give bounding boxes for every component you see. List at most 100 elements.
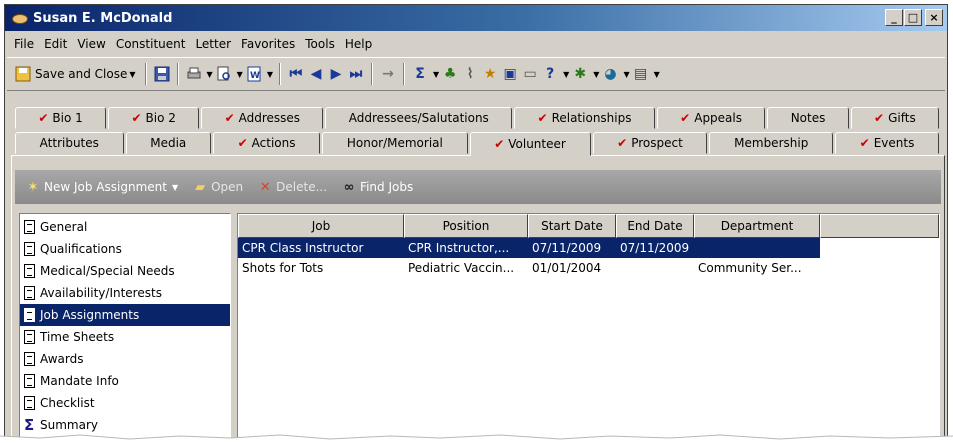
chevron-down-icon[interactable]: ▼ <box>237 70 243 79</box>
new-job-assignment-button[interactable]: ✶ New Job Assignment ▼ <box>21 179 182 195</box>
tab-appeals[interactable]: ✔ Appeals <box>656 107 766 129</box>
nav-item-time-sheets[interactable]: Time Sheets <box>20 326 230 348</box>
check-icon: ✔ <box>874 111 885 125</box>
tab-membership[interactable]: Membership <box>709 132 833 154</box>
table-row[interactable]: CPR Class Instructor CPR Instructor,... … <box>238 238 939 258</box>
notes-icon[interactable]: ▤ <box>632 65 650 83</box>
nav-item-qualifications[interactable]: Qualifications <box>20 238 230 260</box>
menu-bar: File Edit View Constituent Letter Favori… <box>5 33 947 55</box>
nav-item-awards[interactable]: Awards <box>20 348 230 370</box>
nav-item-checklist[interactable]: Checklist <box>20 392 230 414</box>
tab-attributes[interactable]: Attributes <box>15 132 124 154</box>
tab-media[interactable]: Media <box>125 132 211 154</box>
help-icon[interactable]: ? <box>541 65 559 83</box>
nav-item-label: Awards <box>40 352 84 366</box>
tab-actions[interactable]: ✔ Actions <box>212 132 321 154</box>
tree-icon[interactable]: ♣ <box>441 65 459 83</box>
tab-label: Notes <box>790 111 826 125</box>
tab-addressees-salutations[interactable]: Addressees/Salutations <box>325 107 513 129</box>
nav-item-general[interactable]: General <box>20 216 230 238</box>
table-row[interactable]: Shots for Tots Pediatric Vaccin... 01/01… <box>238 258 939 278</box>
nav-item-label: Job Assignments <box>40 308 140 322</box>
cell-end-date: 07/11/2009 <box>616 238 694 258</box>
tab-prospect[interactable]: ✔ Prospect <box>592 132 708 154</box>
chevron-down-icon[interactable]: ▼ <box>623 70 629 79</box>
tab-events[interactable]: ✔ Events <box>834 132 940 154</box>
properties-icon[interactable]: ▣ <box>501 65 519 83</box>
next-record-icon[interactable]: ▶ <box>327 65 345 83</box>
tab-volunteer[interactable]: ✔ Volunteer <box>469 132 591 156</box>
check-icon: ✔ <box>131 111 142 125</box>
menu-constituent[interactable]: Constituent <box>111 37 191 51</box>
menu-help[interactable]: Help <box>340 37 377 51</box>
save-and-close-button[interactable]: Save and Close ▼ <box>11 62 139 86</box>
minimize-button[interactable]: _ <box>885 9 903 26</box>
menu-letter[interactable]: Letter <box>190 37 236 51</box>
title-bar[interactable]: Susan E. McDonald _ □ × <box>5 5 947 31</box>
previous-record-icon[interactable]: ◀ <box>307 65 325 83</box>
chevron-down-icon[interactable]: ▼ <box>267 70 273 79</box>
tab-label: Volunteer <box>508 137 566 151</box>
menu-tools[interactable]: Tools <box>300 37 340 51</box>
column-header-position[interactable]: Position <box>404 214 528 238</box>
column-header-end-date[interactable]: End Date <box>616 214 694 238</box>
nav-item-availability-interests[interactable]: Availability/Interests <box>20 282 230 304</box>
menu-view[interactable]: View <box>72 37 110 51</box>
delete-icon: ✕ <box>259 179 271 195</box>
delete-button[interactable]: ✕ Delete... <box>253 179 331 195</box>
tab-bio-2[interactable]: ✔ Bio 2 <box>108 107 200 129</box>
word-icon[interactable]: W <box>245 65 263 83</box>
open-button[interactable]: ▰ Open <box>188 179 247 195</box>
folder-icon: ▰ <box>195 179 206 195</box>
column-header-job[interactable]: Job <box>238 214 404 238</box>
app-window: Susan E. McDonald _ □ × File Edit View C… <box>4 4 948 440</box>
favorite-icon[interactable]: ★ <box>481 65 499 83</box>
cell-start-date: 01/01/2004 <box>532 261 602 275</box>
sigma-icon[interactable]: Σ <box>411 65 429 83</box>
nav-item-medical-special-needs[interactable]: Medical/Special Needs <box>20 260 230 282</box>
column-header-department[interactable]: Department <box>694 214 820 238</box>
chevron-down-icon[interactable]: ▼ <box>563 70 569 79</box>
toolbar-separator <box>176 63 179 85</box>
menu-favorites[interactable]: Favorites <box>236 37 300 51</box>
maximize-button[interactable]: □ <box>904 9 922 26</box>
tab-label: Addresses <box>238 111 301 125</box>
chevron-down-icon[interactable]: ▼ <box>207 70 213 79</box>
tab-relationships[interactable]: ✔ Relationships <box>514 107 655 129</box>
web-icon[interactable]: ◕ <box>601 65 619 83</box>
delete-label: Delete... <box>276 180 328 194</box>
attach-icon[interactable]: ⌇ <box>461 65 479 83</box>
chevron-down-icon[interactable]: ▼ <box>654 70 660 79</box>
print-icon[interactable] <box>185 65 203 83</box>
tab-notes[interactable]: Notes <box>767 107 849 129</box>
chevron-down-icon[interactable]: ▼ <box>593 70 599 79</box>
nav-item-job-assignments[interactable]: Job Assignments <box>20 304 230 326</box>
preview-icon[interactable] <box>215 65 233 83</box>
menu-file[interactable]: File <box>9 37 39 51</box>
find-jobs-button[interactable]: ∞ Find Jobs <box>337 179 417 195</box>
menu-edit[interactable]: Edit <box>39 37 72 51</box>
save-icon[interactable] <box>153 65 171 83</box>
constituent-icon <box>11 12 28 24</box>
column-header-start-date[interactable]: Start Date <box>528 214 616 238</box>
new-icon: ✶ <box>27 179 39 195</box>
tab-label: Membership <box>734 136 809 150</box>
save-and-close-label: Save and Close <box>35 67 128 81</box>
tab-honor-memorial[interactable]: Honor/Memorial <box>322 132 468 154</box>
tab-bio-1[interactable]: ✔ Bio 1 <box>15 107 107 129</box>
check-icon: ✔ <box>237 136 248 150</box>
last-record-icon[interactable]: ⏭ <box>347 65 365 83</box>
check-icon: ✔ <box>537 111 548 125</box>
card-icon[interactable]: ▭ <box>521 65 539 83</box>
first-record-icon[interactable]: ⏮ <box>287 65 305 83</box>
chevron-down-icon[interactable]: ▼ <box>433 70 439 79</box>
tab-addresses[interactable]: ✔ Addresses <box>201 107 324 129</box>
cell-department <box>694 238 820 258</box>
toolbar-separator <box>370 63 373 85</box>
torn-edge <box>0 434 953 443</box>
nav-item-mandate-info[interactable]: Mandate Info <box>20 370 230 392</box>
tools-icon[interactable]: ✱ <box>571 65 589 83</box>
close-button[interactable]: × <box>925 9 943 26</box>
go-to-icon[interactable]: → <box>379 65 397 83</box>
tab-gifts[interactable]: ✔ Gifts <box>850 107 940 129</box>
